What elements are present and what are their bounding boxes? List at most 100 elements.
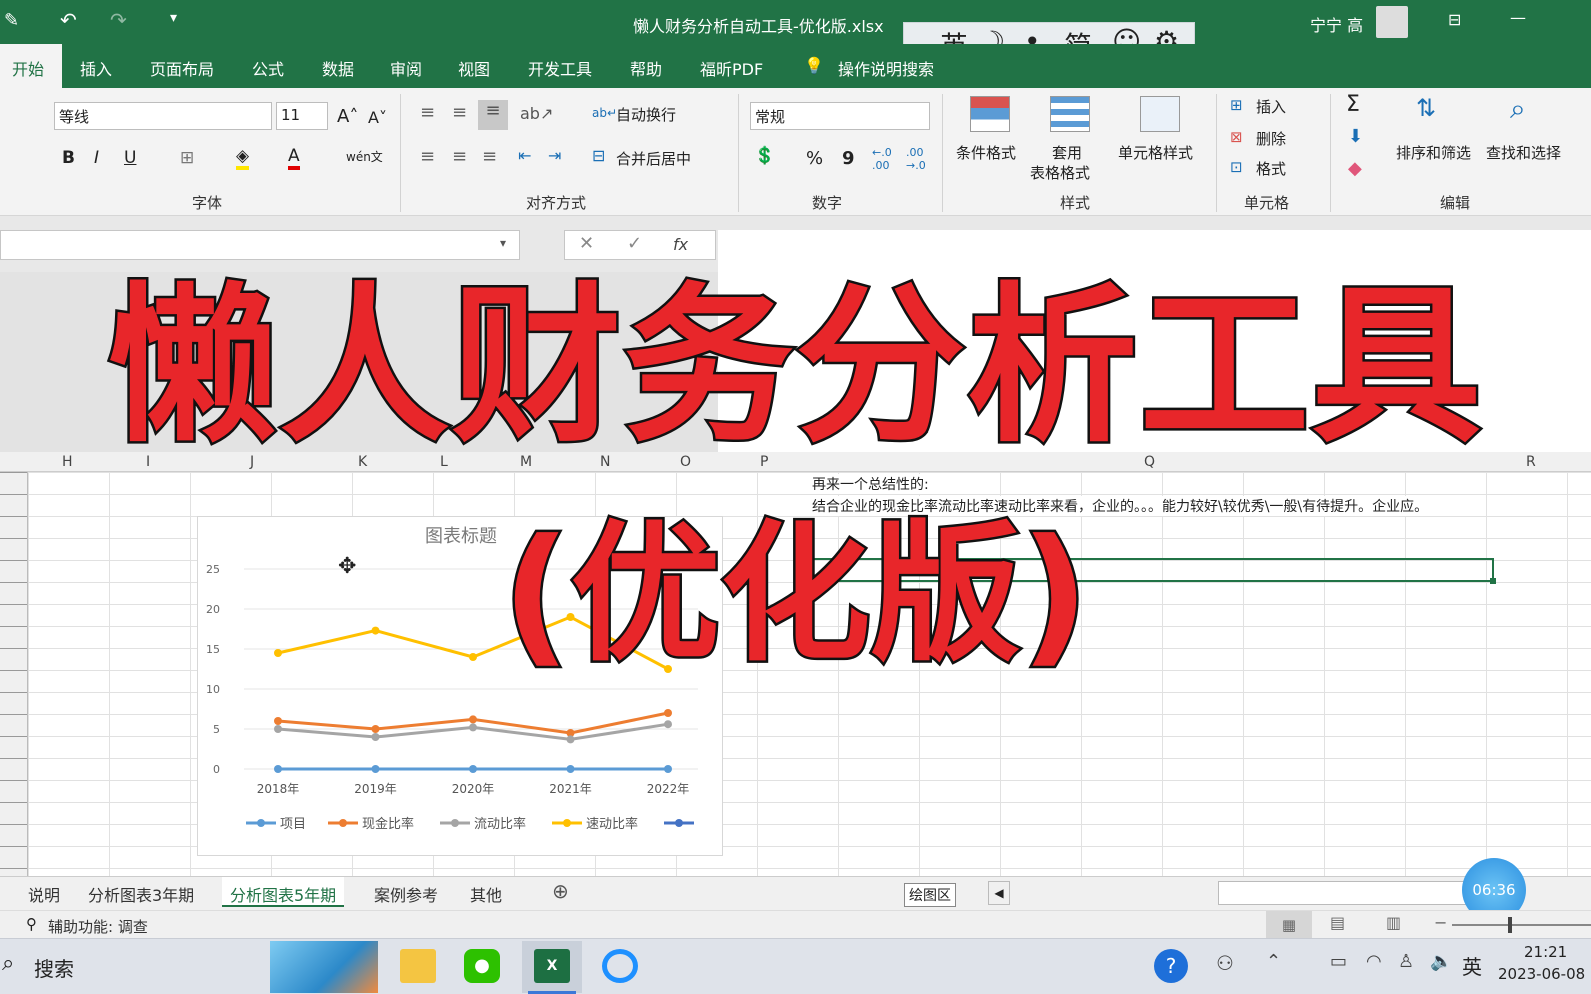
cell-text[interactable]: 再来一个总结性的: — [812, 474, 929, 494]
ribbon-display-icon[interactable]: ⊟ — [1448, 10, 1461, 29]
merge-icon[interactable]: ⊟ — [592, 146, 605, 165]
comma-button[interactable]: 9 — [842, 148, 855, 169]
decrease-indent-icon[interactable]: ⇤ — [518, 146, 531, 165]
wifi-icon[interactable]: ◠ — [1366, 951, 1382, 972]
people-icon[interactable]: ⚇ — [1216, 951, 1234, 975]
sheet-tab[interactable]: 其他 — [470, 882, 502, 906]
help-icon[interactable]: ? — [1154, 949, 1188, 983]
minimize-icon[interactable]: — — [1510, 8, 1526, 27]
delete-cells-icon[interactable]: ⊠ — [1230, 128, 1243, 146]
tab-developer[interactable]: 开发工具 — [528, 56, 592, 80]
search-highlight-image[interactable] — [270, 941, 378, 993]
lightbulb-icon[interactable]: 💡 — [804, 56, 824, 75]
file-explorer-icon[interactable] — [400, 949, 436, 983]
cancel-icon[interactable]: ✕ — [579, 233, 594, 254]
percent-button[interactable]: % — [806, 148, 823, 169]
redo-icon[interactable]: ↷ — [110, 8, 127, 32]
format-as-table-1[interactable]: 套用 — [1052, 142, 1082, 163]
delete-cells-button[interactable]: 删除 — [1256, 128, 1286, 149]
accessibility-status[interactable]: 辅助功能: 调查 — [48, 916, 148, 937]
orientation-icon[interactable]: ab↗ — [520, 104, 553, 123]
format-cells-icon[interactable]: ⊡ — [1230, 158, 1243, 176]
insert-function-button[interactable]: fx — [673, 235, 688, 254]
bold-button[interactable]: B — [62, 148, 75, 168]
page-layout-view-icon[interactable]: ▤ — [1330, 913, 1345, 932]
tab-formulas[interactable]: 公式 — [252, 56, 284, 80]
fill-color-icon[interactable]: ◈ — [236, 146, 250, 170]
tab-view[interactable]: 视图 — [458, 56, 490, 80]
increase-indent-icon[interactable]: ⇥ — [548, 146, 561, 165]
format-cells-button[interactable]: 格式 — [1256, 158, 1286, 179]
decrease-decimal-icon[interactable]: .00 →.0 — [906, 146, 926, 172]
merge-center-button[interactable]: 合并后居中 — [616, 148, 691, 169]
tab-home[interactable]: 开始 — [12, 56, 44, 80]
phonetic-icon[interactable]: wén文 — [346, 148, 383, 165]
enter-icon[interactable]: ✓ — [627, 233, 642, 254]
normal-view-icon[interactable]: ▦ — [1266, 911, 1312, 939]
wrap-text-icon[interactable]: ab↵ — [592, 106, 617, 120]
volume-icon[interactable]: 🔈 — [1430, 951, 1452, 972]
sheet-tab[interactable]: 分析图表3年期 — [88, 882, 194, 906]
zoom-slider[interactable] — [1452, 924, 1591, 926]
accessibility-icon[interactable]: ⚲ — [26, 915, 37, 933]
font-shrink-icon[interactable]: A˅ — [368, 108, 387, 127]
avatar[interactable] — [1376, 6, 1408, 38]
wechat-icon[interactable]: ● — [464, 949, 500, 983]
ime-tray-icon[interactable]: ♙ — [1398, 951, 1414, 972]
save-icon[interactable]: ✎ — [4, 10, 19, 31]
format-as-table-icon[interactable] — [1050, 96, 1090, 132]
clear-icon[interactable]: ◆ — [1348, 158, 1362, 179]
user-name[interactable]: 宁宁 高 — [1310, 12, 1363, 36]
tray-lang[interactable]: 英 — [1462, 951, 1482, 980]
font-grow-icon[interactable]: A˄ — [337, 106, 358, 127]
font-color-icon[interactable]: A — [288, 146, 300, 170]
name-box-dropdown-icon[interactable]: ▾ — [500, 236, 506, 250]
align-top-icon[interactable]: ≡ — [420, 102, 435, 123]
increase-decimal-icon[interactable]: ←.0.00 — [872, 146, 892, 172]
sort-filter-icon[interactable]: ⇅ — [1416, 94, 1436, 122]
zoom-out-icon[interactable]: − — [1434, 913, 1447, 932]
italic-button[interactable]: I — [94, 148, 99, 168]
tell-me-search[interactable]: 操作说明搜索 — [838, 56, 934, 80]
align-center-icon[interactable]: ≡ — [452, 146, 467, 167]
formula-input[interactable] — [718, 230, 1591, 272]
conditional-format-button[interactable]: 条件格式 — [956, 142, 1016, 163]
search-icon[interactable]: ⌕ — [2, 951, 14, 976]
underline-button[interactable]: U — [124, 148, 136, 168]
qq-browser-icon[interactable] — [602, 949, 638, 983]
border-icon[interactable]: ⊞ — [180, 148, 194, 168]
align-right-icon[interactable]: ≡ — [482, 146, 497, 167]
insert-cells-button[interactable]: 插入 — [1256, 96, 1286, 117]
battery-icon[interactable]: ▭ — [1330, 951, 1347, 972]
tab-insert[interactable]: 插入 — [80, 56, 112, 80]
excel-icon[interactable]: X — [534, 949, 570, 983]
tab-foxit-pdf[interactable]: 福昕PDF — [700, 56, 763, 80]
scroll-left-icon[interactable]: ◀ — [988, 881, 1010, 905]
undo-icon[interactable]: ↶ — [60, 8, 77, 32]
col-header[interactable]: R — [1526, 454, 1536, 470]
insert-cells-icon[interactable]: ⊞ — [1230, 96, 1243, 114]
tab-page-layout[interactable]: 页面布局 — [150, 56, 214, 80]
tab-review[interactable]: 审阅 — [390, 56, 422, 80]
sheet-tab[interactable]: 说明 — [28, 882, 60, 906]
chevron-up-icon[interactable]: ⌃ — [1266, 951, 1281, 972]
tab-data[interactable]: 数据 — [322, 56, 354, 80]
clock-date[interactable]: 2023-06-08 — [1498, 965, 1585, 983]
sort-filter-button[interactable]: 排序和筛选 — [1396, 142, 1471, 163]
autosum-button[interactable]: Σ — [1346, 92, 1360, 117]
cell-styles-button[interactable]: 单元格样式 — [1118, 142, 1193, 163]
align-middle-icon[interactable]: ≡ — [452, 102, 467, 123]
font-name-select[interactable]: 等线 — [54, 102, 272, 130]
quick-access-menu-icon[interactable]: ▾ — [170, 10, 177, 26]
align-bottom-icon[interactable]: ≡ — [478, 100, 508, 130]
find-select-icon[interactable]: ⌕ — [1510, 92, 1526, 126]
cell-styles-icon[interactable] — [1140, 96, 1180, 132]
currency-icon[interactable]: 💲 — [754, 146, 775, 166]
taskbar-search[interactable]: 搜索 — [34, 953, 74, 982]
align-left-icon[interactable]: ≡ — [420, 146, 435, 167]
format-as-table-2[interactable]: 表格格式 — [1030, 162, 1090, 183]
clock-time[interactable]: 21:21 — [1524, 943, 1567, 961]
sheet-tab[interactable]: 案例参考 — [374, 882, 438, 906]
conditional-format-icon[interactable] — [970, 96, 1010, 132]
fill-down-icon[interactable]: ⬇ — [1348, 126, 1363, 147]
